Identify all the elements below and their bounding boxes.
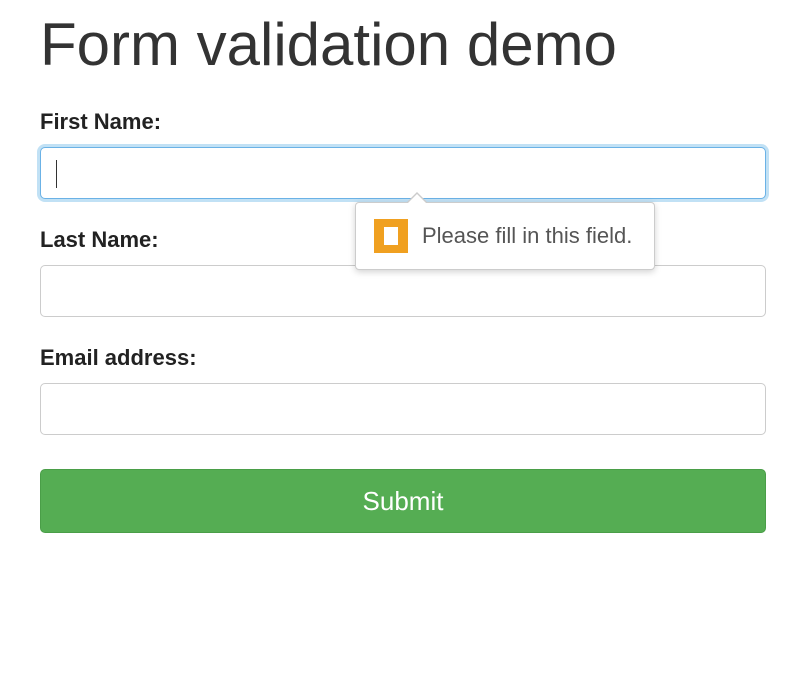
form-group-email: Email address: (40, 345, 766, 435)
page-title: Form validation demo (40, 10, 766, 79)
first-name-label: First Name: (40, 109, 766, 135)
submit-button[interactable]: Submit (40, 469, 766, 533)
validation-tooltip: Please fill in this field. (355, 202, 655, 270)
last-name-input[interactable] (40, 265, 766, 317)
form-container: Form validation demo First Name: Last Na… (0, 0, 806, 553)
form-group-first-name: First Name: (40, 109, 766, 199)
text-cursor (56, 160, 57, 188)
first-name-input[interactable] (40, 147, 766, 199)
email-input[interactable] (40, 383, 766, 435)
warning-icon (374, 219, 408, 253)
validation-message: Please fill in this field. (422, 223, 632, 249)
email-label: Email address: (40, 345, 766, 371)
validation-form: First Name: Last Name: Email address: Su… (40, 109, 766, 533)
